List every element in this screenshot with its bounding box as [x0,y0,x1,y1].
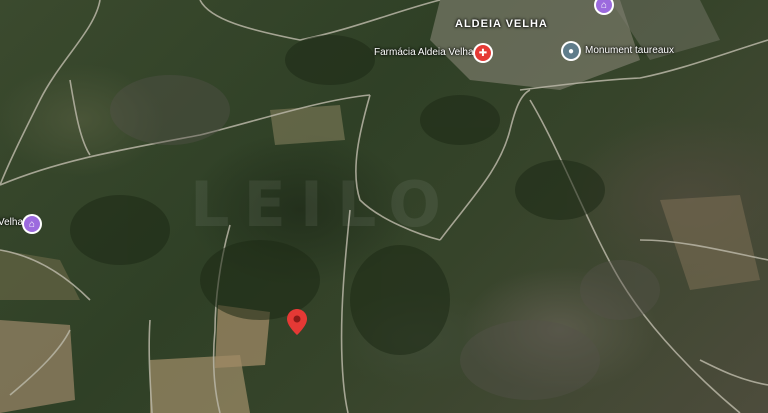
satellite-map[interactable]: LEILO ALDEIA VELHA ⌂ Farmácia Aldeia Vel… [0,0,768,413]
field-patch [0,250,80,300]
field-patch [0,320,75,413]
town-label[interactable]: ALDEIA VELHA [455,18,548,30]
pharmacy-icon[interactable]: ✚ [475,45,491,61]
monument-icon[interactable]: ● [563,43,579,59]
field-patch [270,105,345,145]
culture-icon[interactable]: ⌂ [24,216,40,232]
location-pin-icon[interactable] [287,309,307,335]
pharmacy-label[interactable]: Farmácia Aldeia Velha [374,47,474,58]
monument-label[interactable]: Monument taureaux [585,45,674,56]
village-left-label[interactable]: Velha [0,217,23,228]
watermark: LEILO [190,168,455,241]
